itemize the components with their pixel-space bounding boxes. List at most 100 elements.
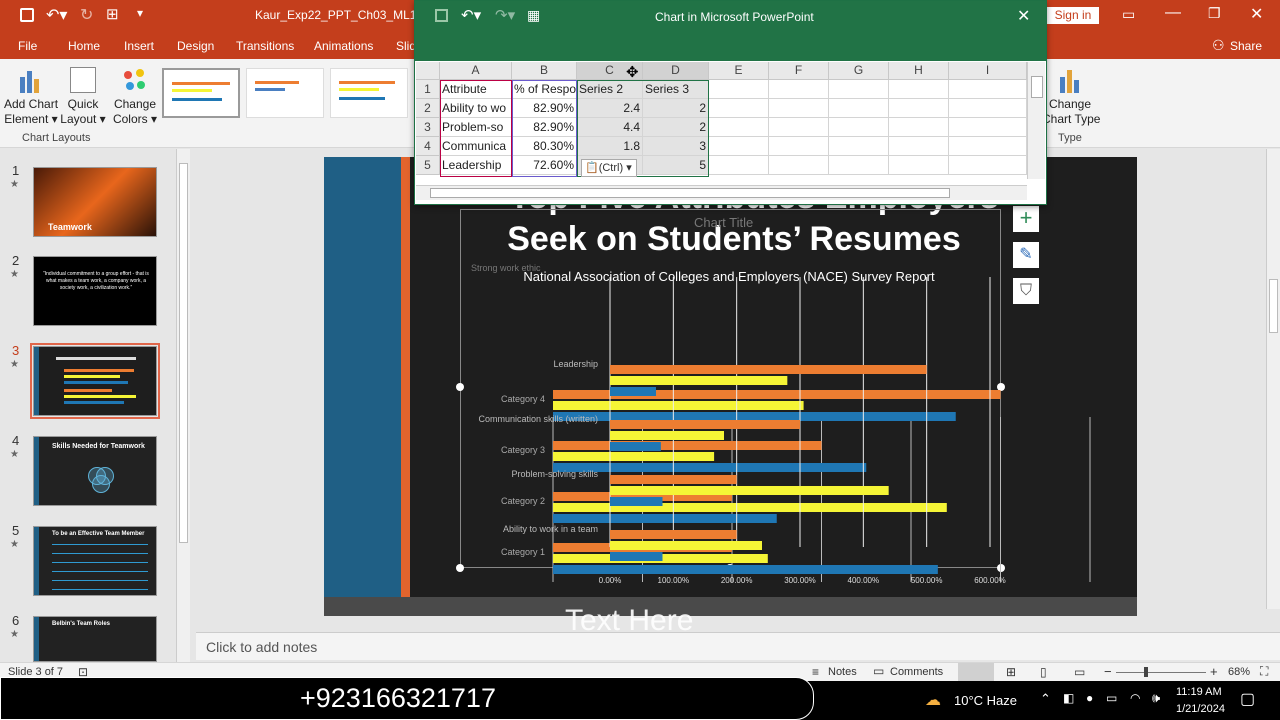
cell[interactable] [949,137,1027,156]
battery-icon[interactable]: ▭ [1106,691,1117,705]
volume-icon[interactable]: 🕪 [1152,690,1160,706]
cell[interactable] [829,80,889,99]
notes-button[interactable]: Notes [828,666,857,678]
column-header-d[interactable]: D [643,62,709,80]
tab-animations[interactable]: Animations [314,39,373,53]
cell[interactable]: Series 3 [643,80,709,99]
column-header-a[interactable]: A [440,62,512,80]
cell[interactable]: 2 [643,99,709,118]
tab-home[interactable]: Home [68,39,100,53]
chart-elements-icon[interactable]: + [1013,206,1039,232]
change-chart-type-button[interactable]: Change Chart Type [1042,67,1100,127]
cell[interactable]: 2 [643,118,709,137]
redo-icon[interactable]: ↻ [80,5,93,25]
reading-view-icon[interactable]: ▯ [1040,665,1047,679]
cell[interactable]: % of Respo [512,80,577,99]
cell[interactable] [709,137,769,156]
cell[interactable]: Series 2 [577,80,643,99]
column-header-f[interactable]: F [769,62,829,80]
slide-thumbnail-2[interactable]: “Individual commitment to a group effort… [33,256,157,326]
redo-icon[interactable]: ↷▾ [495,6,515,24]
cell[interactable] [829,156,889,175]
cell[interactable] [829,99,889,118]
save-icon[interactable] [20,8,34,22]
cell[interactable] [889,137,949,156]
wifi-icon[interactable]: ◠ [1130,691,1140,705]
tray-overflow-icon[interactable]: ⌃ [1040,691,1051,707]
cell[interactable]: 82.90% [512,99,577,118]
cell[interactable] [709,99,769,118]
slide-thumbnail-6[interactable]: Belbin's Team Roles [33,616,157,662]
row-header[interactable]: 3 [416,118,440,137]
add-chart-element-button[interactable]: Add Chart Element ▾ [4,67,58,127]
comments-icon[interactable]: ▭ [873,664,884,678]
maximize-icon[interactable]: ❐ [1208,5,1221,22]
excel-horizontal-scrollbar[interactable] [416,185,1027,200]
minimize-icon[interactable]: — [1165,4,1181,22]
tab-design[interactable]: Design [177,39,214,53]
zoom-slider[interactable] [1116,672,1206,673]
cell[interactable]: Problem-so [440,118,512,137]
change-colors-button[interactable]: Change Colors ▾ [112,67,158,127]
notification-icon[interactable]: ▢ [1240,689,1255,709]
slideshow-icon[interactable]: ▭ [1074,665,1085,679]
cell[interactable] [709,80,769,99]
cell[interactable] [829,137,889,156]
quick-layout-button[interactable]: Quick Layout ▾ [60,67,106,127]
undo-icon[interactable]: ↶▾ [46,5,67,25]
slide-thumbnail-4[interactable]: Skills Needed for Teamwork [33,436,157,506]
cell[interactable] [949,156,1027,175]
cell[interactable]: Attribute [440,80,512,99]
cell[interactable] [769,99,829,118]
chart-style-2[interactable] [246,68,324,118]
comments-button[interactable]: Comments [890,666,943,678]
weather-icon[interactable]: ☁ [925,690,941,710]
cell[interactable] [889,156,949,175]
cell[interactable]: 5 [643,156,709,175]
cell[interactable]: Leadership [440,156,512,175]
chart-styles-brush-icon[interactable]: ✎ [1013,242,1039,268]
excel-vertical-scrollbar[interactable] [1027,62,1045,179]
share-icon[interactable]: ⚇ [1212,37,1225,54]
cell[interactable]: 2.4 [577,99,643,118]
chart-style-3[interactable] [330,68,408,118]
cell[interactable] [889,99,949,118]
zoom-in-icon[interactable]: + [1210,664,1218,679]
bar-chart[interactable]: 0123456Category 1Category 2Category 3Cat… [460,267,1100,587]
tab-insert[interactable]: Insert [124,39,154,53]
undo-icon[interactable]: ↶▾ [461,6,481,24]
cell[interactable] [709,118,769,137]
tab-file[interactable]: File [18,39,37,53]
slide-sorter-icon[interactable]: ⊞ [1006,665,1016,679]
save-icon[interactable] [435,9,448,22]
cell[interactable]: Communica [440,137,512,156]
clock-time[interactable]: 11:19 AM [1176,686,1222,698]
meet-icon[interactable]: ◧ [1063,691,1074,705]
editor-scrollbar[interactable] [1266,149,1280,609]
cell[interactable] [829,118,889,137]
column-header-g[interactable]: G [829,62,889,80]
column-header-h[interactable]: H [889,62,949,80]
present-icon[interactable]: ⊞ [106,5,119,23]
row-header[interactable]: 2 [416,99,440,118]
cell[interactable] [769,80,829,99]
weather-text[interactable]: 10°C Haze [954,693,1017,708]
close-icon[interactable]: ✕ [1017,6,1030,26]
zoom-out-icon[interactable]: − [1104,664,1112,679]
paste-options-button[interactable]: 📋(Ctrl) ▾ [581,159,637,177]
sign-in-button[interactable]: Sign in [1047,7,1099,24]
cell[interactable] [769,156,829,175]
select-all-corner[interactable] [416,62,440,80]
cell[interactable] [949,118,1027,137]
tab-transitions[interactable]: Transitions [236,39,294,53]
cell[interactable]: 80.30% [512,137,577,156]
cell[interactable]: 82.90% [512,118,577,137]
edit-data-in-excel-icon[interactable]: ▦ [527,7,540,24]
fit-to-window-icon[interactable]: ⛶ [1260,664,1268,679]
column-header-i[interactable]: I [949,62,1027,80]
customize-qat-icon[interactable]: ▾ [137,6,143,20]
zoom-level[interactable]: 68% [1228,666,1250,678]
cell[interactable] [949,80,1027,99]
share-button[interactable]: Share [1230,39,1262,53]
cell[interactable]: 72.60% [512,156,577,175]
